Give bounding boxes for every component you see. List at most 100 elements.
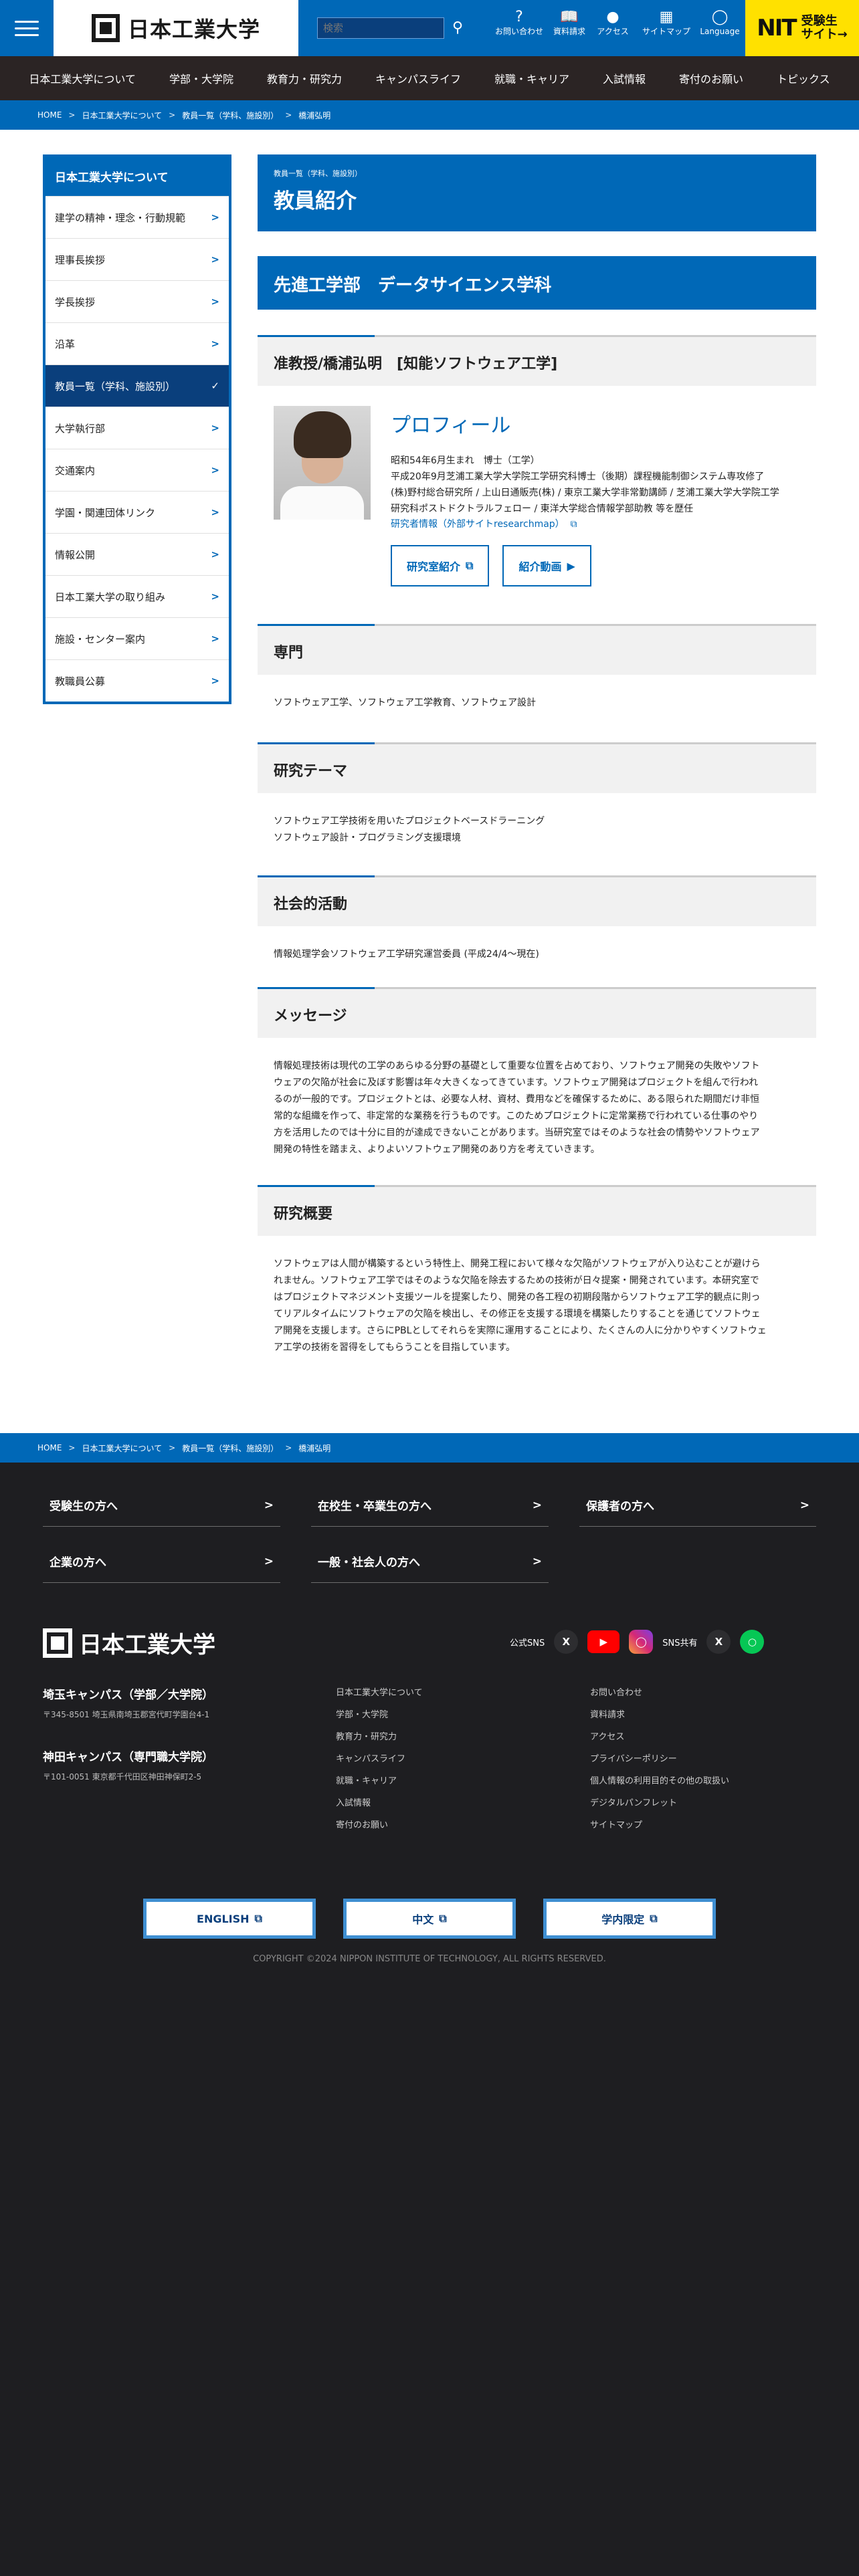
- footer-nav-link[interactable]: 寄付のお願い: [336, 1818, 423, 1840]
- logo-mark-icon: [91, 14, 120, 42]
- chinese-button[interactable]: 中文 ⧉: [343, 1899, 516, 1939]
- line-icon[interactable]: ○: [740, 1630, 765, 1654]
- internal-only-button[interactable]: 学内限定 ⧉: [543, 1899, 716, 1939]
- chevron-right-icon: >: [532, 1554, 542, 1568]
- footer: 受験生の方へ > 在校生・卒業生の方へ > 保護者の方へ > 企業の方へ > 一般・社会…: [0, 1463, 859, 2576]
- english-button[interactable]: ENGLISH ⧉: [143, 1899, 316, 1939]
- sns-bar: 公式SNS X ▶ ◯ SNS共有 X ○: [510, 1630, 765, 1654]
- search-icon: ⚲: [452, 19, 464, 36]
- intro-video-button[interactable]: 紹介動画 ▶: [502, 545, 591, 586]
- sidebar-item[interactable]: 建学の精神・理念・行動規範 >: [45, 196, 229, 238]
- section-body: ソフトウェア工学、ソフトウェア工学教育、ソフトウェア設計: [274, 697, 536, 708]
- nit-label-2: サイト: [801, 27, 838, 41]
- footer-nav-link[interactable]: キャンパスライフ: [336, 1751, 423, 1774]
- footer-nav-link[interactable]: お問い合わせ: [590, 1685, 729, 1707]
- sidebar-item[interactable]: 沿革 >: [45, 322, 229, 364]
- global-nav: 日本工業大学について 学部・大学院 教育力・研究力 キャンパスライフ 就職・キャ…: [0, 56, 859, 100]
- footer-logo[interactable]: 日本工業大学: [43, 1626, 215, 1659]
- sidebar-item-active[interactable]: 教員一覧（学科、施設別） ✓: [45, 364, 229, 407]
- search-input[interactable]: [317, 17, 444, 39]
- breadcrumb-home[interactable]: HOME: [37, 110, 62, 120]
- search-button[interactable]: ⚲: [446, 16, 470, 40]
- logo-text: 日本工業大学: [127, 17, 260, 42]
- page-title: 教員紹介: [274, 189, 357, 213]
- chevron-right-icon: >: [799, 1498, 809, 1512]
- site-logo[interactable]: 日本工業大学: [54, 0, 298, 56]
- gnav-campus-life[interactable]: キャンパスライフ: [359, 70, 478, 86]
- book-icon: 📖: [560, 9, 579, 25]
- util-brochure[interactable]: 📖 資料請求: [545, 8, 593, 51]
- language-buttons: ENGLISH ⧉ 中文 ⧉ 学内限定 ⧉: [0, 1899, 859, 1939]
- footer-nav-link[interactable]: 学部・大学院: [336, 1707, 423, 1729]
- researchmap-link[interactable]: 研究者情報（外部サイトresearchmap） ⧉: [391, 519, 577, 530]
- external-link-icon: ⧉: [650, 1912, 658, 1925]
- sidebar-item[interactable]: 日本工業大学の取り組み >: [45, 575, 229, 617]
- arrow-right-icon: →: [837, 27, 848, 41]
- footer-link-parents[interactable]: 保護者の方へ >: [579, 1484, 816, 1527]
- sidebar-item[interactable]: 大学執行部 >: [45, 407, 229, 449]
- chevron-right-icon: >: [211, 338, 219, 350]
- breadcrumb-faculty-list[interactable]: 教員一覧（学科、施設別）: [182, 110, 278, 121]
- footer-nav-link[interactable]: 就職・キャリア: [336, 1774, 423, 1796]
- youtube-icon[interactable]: ▶: [587, 1630, 620, 1653]
- sidebar-title: 日本工業大学について: [45, 157, 229, 196]
- util-contact[interactable]: ? お問い合わせ: [495, 8, 543, 51]
- hamburger-menu-button[interactable]: [0, 0, 54, 56]
- util-sitemap[interactable]: ▦ サイトマップ: [642, 8, 690, 51]
- chevron-right-icon: >: [211, 548, 219, 560]
- sidebar-item[interactable]: 学園・関連団体リンク >: [45, 491, 229, 533]
- profile-title: プロフィール: [391, 414, 511, 437]
- footer-link-applicants[interactable]: 受験生の方へ >: [43, 1484, 280, 1527]
- footer-nav-link[interactable]: 資料請求: [590, 1707, 729, 1729]
- gnav-admissions[interactable]: 入試情報: [586, 70, 662, 86]
- x-share-icon[interactable]: X: [706, 1630, 731, 1654]
- question-icon: ?: [515, 9, 523, 25]
- section-heading: 社会的活動: [258, 875, 816, 926]
- sidebar-item[interactable]: 理事長挨拶 >: [45, 238, 229, 280]
- sidebar-item[interactable]: 交通案内 >: [45, 449, 229, 491]
- x-icon[interactable]: X: [554, 1630, 579, 1654]
- pin-icon: ●: [606, 9, 619, 25]
- sidebar-item[interactable]: 施設・センター案内 >: [45, 617, 229, 659]
- check-icon: ✓: [211, 380, 219, 392]
- instagram-icon[interactable]: ◯: [629, 1630, 654, 1654]
- footer-nav-link[interactable]: デジタルパンフレット: [590, 1796, 729, 1818]
- footer-nav-link[interactable]: 日本工業大学について: [336, 1685, 423, 1707]
- footer-nav-link[interactable]: アクセス: [590, 1729, 729, 1751]
- breadcrumb-faculty-list[interactable]: 教員一覧（学科、施設別）: [182, 1442, 278, 1454]
- lab-intro-button[interactable]: 研究室紹介 ⧉: [391, 545, 490, 586]
- sidebar-item[interactable]: 情報公開 >: [45, 533, 229, 575]
- applicant-site-button[interactable]: NIT 受験生 サイト→: [745, 0, 859, 56]
- gnav-career[interactable]: 就職・キャリア: [478, 70, 586, 86]
- campus-kanda: 神田キャンパス（専門職大学院） 〒101-0051 東京都千代田区神田神保町2-…: [43, 1751, 213, 1782]
- footer-nav-link[interactable]: プライバシーポリシー: [590, 1751, 729, 1774]
- util-access[interactable]: ● アクセス: [589, 8, 637, 51]
- main-content: 教員一覧（学科、施設別） 教員紹介 先進工学部 データサイエンス学科 准教授/橋…: [258, 154, 816, 1356]
- chevron-right-icon: >: [211, 464, 219, 476]
- copyright: COPYRIGHT ©2024 NIPPON INSTITUTE OF TECH…: [253, 1954, 606, 1964]
- sidebar-item[interactable]: 学長挨拶 >: [45, 280, 229, 322]
- footer-nav-link[interactable]: 個人情報の利用目的その他の取扱い: [590, 1774, 729, 1796]
- footer-link-companies[interactable]: 企業の方へ >: [43, 1540, 280, 1583]
- footer-link-students[interactable]: 在校生・卒業生の方へ >: [311, 1484, 549, 1527]
- breadcrumb-about[interactable]: 日本工業大学について: [82, 1442, 162, 1454]
- section-heading: メッセージ: [258, 987, 816, 1038]
- gnav-faculties[interactable]: 学部・大学院: [153, 70, 250, 86]
- footer-link-public[interactable]: 一般・社会人の方へ >: [311, 1540, 549, 1583]
- footer-nav-link[interactable]: 教育力・研究力: [336, 1729, 423, 1751]
- section-heading: 研究テーマ: [258, 742, 816, 793]
- footer-nav-link[interactable]: サイトマップ: [590, 1818, 729, 1840]
- chevron-right-icon: >: [211, 633, 219, 645]
- gnav-topics[interactable]: トピックス: [760, 70, 847, 86]
- chevron-right-icon: >: [169, 110, 176, 120]
- gnav-about[interactable]: 日本工業大学について: [12, 70, 153, 86]
- sidebar-item[interactable]: 教職員公募 >: [45, 659, 229, 702]
- util-language[interactable]: ◯ Language: [696, 8, 744, 51]
- chevron-right-icon: >: [211, 675, 219, 687]
- breadcrumb-about[interactable]: 日本工業大学について: [82, 110, 162, 121]
- breadcrumb-home[interactable]: HOME: [37, 1443, 62, 1453]
- gnav-donation[interactable]: 寄付のお願い: [662, 70, 760, 86]
- gnav-education-research[interactable]: 教育力・研究力: [250, 70, 359, 86]
- nit-logo: NIT: [757, 15, 797, 41]
- footer-nav-link[interactable]: 入試情報: [336, 1796, 423, 1818]
